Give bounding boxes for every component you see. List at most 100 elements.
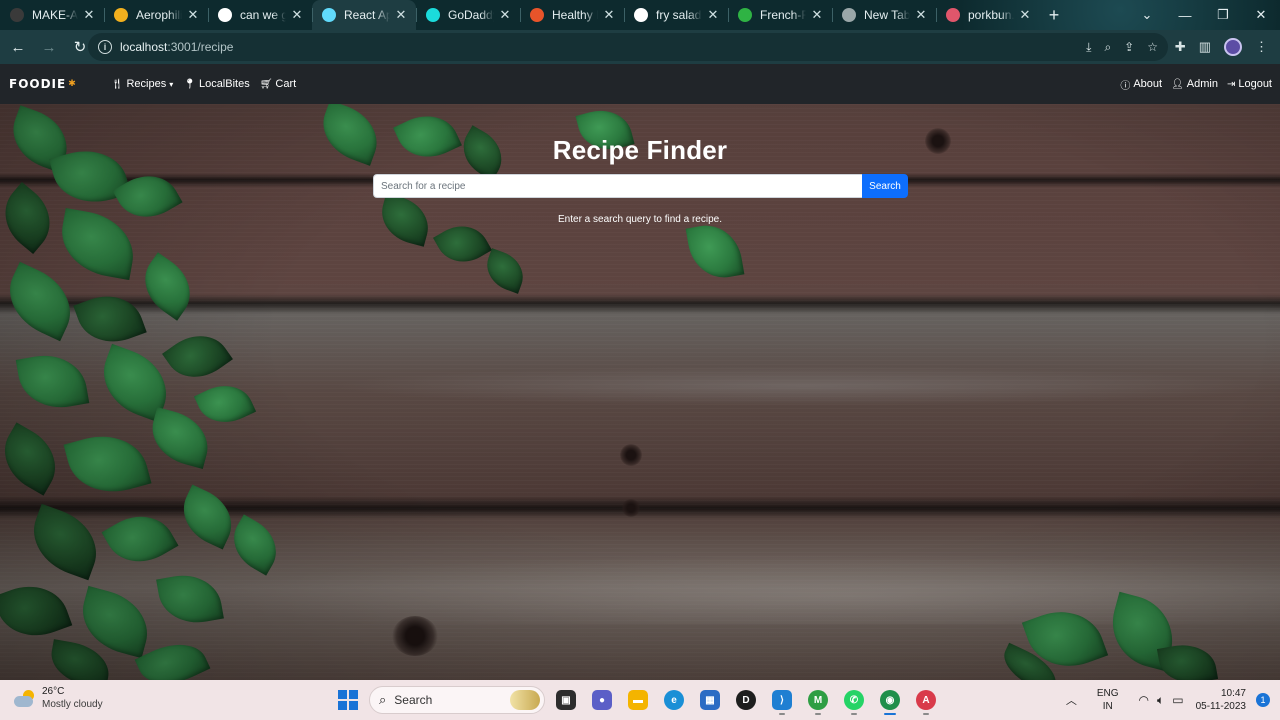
taskbar-app[interactable]: ●	[587, 685, 617, 715]
start-button[interactable]	[333, 685, 363, 715]
tab-favicon-icon	[634, 8, 648, 22]
tab-favicon-icon	[114, 8, 128, 22]
ivy-leaf	[996, 642, 1064, 680]
back-button[interactable]: ←	[5, 34, 31, 60]
ivy-leaf	[73, 585, 157, 659]
browser-tab[interactable]: fry salad ✕	[624, 0, 728, 30]
ivy-leaf	[162, 322, 233, 391]
search-icon: ⌕	[379, 692, 387, 707]
ivy-leaf	[134, 632, 211, 680]
nav-label: Admin	[1186, 78, 1218, 90]
nav-about[interactable]: ⓘ About	[1120, 77, 1162, 92]
ivy-leaf	[46, 639, 114, 680]
menu-kebab-icon[interactable]: ⋮	[1255, 39, 1268, 55]
taskbar-app[interactable]: e	[659, 685, 689, 715]
taskbar-app[interactable]: ✆	[839, 685, 869, 715]
new-tab-button[interactable]: +	[1040, 0, 1068, 30]
browser-tab[interactable]: Healthy Ho ✕	[520, 0, 624, 30]
system-icons[interactable]: ◠ 🔈︎ ▭	[1139, 693, 1184, 708]
nav-label: About	[1133, 78, 1163, 90]
taskbar-app[interactable]: ⟩	[767, 685, 797, 715]
site-info-icon[interactable]: i	[98, 40, 112, 54]
browser-tab[interactable]: can we get ✕	[208, 0, 312, 30]
utensils-icon: 🍴︎	[110, 78, 124, 90]
ivy-leaf	[172, 484, 243, 550]
taskbar-app[interactable]: ▦	[695, 685, 725, 715]
taskbar-apps: ⌕ Search ▣ ● ▬ e ▦ D ⟩ M ✆ ◉ A	[333, 684, 941, 716]
tab-title: MAKE-A-THON	[32, 8, 78, 22]
side-panel-icon[interactable]: ▥	[1199, 39, 1211, 55]
vscode-icon: ⟩	[772, 690, 792, 710]
minimize-button[interactable]: —	[1166, 0, 1204, 30]
profile-avatar[interactable]	[1224, 38, 1242, 56]
nav-cart[interactable]: 🛒︎ Cart	[260, 78, 296, 90]
clock[interactable]: 10:47 05-11-2023	[1196, 687, 1246, 713]
tab-close-icon[interactable]: ✕	[186, 7, 200, 23]
forward-button[interactable]: →	[36, 34, 62, 60]
nav-localbites[interactable]: 📍︎ LocalBites	[183, 78, 249, 90]
tab-close-icon[interactable]: ✕	[810, 7, 824, 23]
time: 10:47	[1220, 688, 1246, 699]
weather-widget[interactable]: 26°C Mostly cloudy	[14, 686, 103, 711]
logout-icon: ⇥	[1226, 78, 1236, 90]
tab-close-icon[interactable]: ✕	[602, 7, 616, 23]
search-button[interactable]: Search	[862, 174, 908, 198]
ivy-leaf	[132, 252, 203, 321]
browser-tab[interactable]: New Tab ✕	[832, 0, 936, 30]
tab-close-icon[interactable]: ✕	[914, 7, 928, 23]
notification-badge[interactable]: 1	[1256, 693, 1270, 707]
url-text: localhost:3001/recipe	[120, 40, 233, 54]
browser-toolbar: ← → ↻ i localhost:3001/recipe ⤓ ⌕ ⇪ ☆ ✚ …	[0, 30, 1280, 64]
ivy-leaf	[0, 422, 69, 496]
brand-logo[interactable]: FOODIE ✱	[9, 77, 77, 91]
search-hint: Enter a search query to find a recipe.	[558, 214, 722, 225]
browser-tab[interactable]: MAKE-A-THON ✕	[0, 0, 104, 30]
maximize-button[interactable]: ❐	[1204, 0, 1242, 30]
taskbar-app[interactable]: A	[911, 685, 941, 715]
tab-title: GoDaddy	[448, 8, 494, 22]
wood-highlight	[330, 366, 1280, 406]
install-icon[interactable]: ⤓	[1086, 40, 1091, 55]
tab-title: porkbun.c	[968, 8, 1014, 22]
browser-tab[interactable]: porkbun.c ✕	[936, 0, 1040, 30]
taskbar-search[interactable]: ⌕ Search	[369, 686, 545, 714]
show-hidden-icons-icon[interactable]: ︿	[1066, 692, 1077, 708]
browser-tab[interactable]: React App ✕	[312, 0, 416, 30]
dell-icon: D	[736, 690, 756, 710]
language-indicator[interactable]: ENG IN	[1097, 687, 1119, 713]
bookmark-star-icon[interactable]: ☆	[1147, 40, 1158, 54]
zoom-icon[interactable]: ⌕	[1104, 40, 1111, 55]
nav-label: Cart	[275, 78, 297, 90]
search-input[interactable]	[373, 174, 862, 198]
tab-search-icon[interactable]: ⌄	[1128, 0, 1166, 30]
weather-desc: Mostly cloudy	[42, 699, 103, 710]
browser-tab[interactable]: French-Fri ✕	[728, 0, 832, 30]
address-bar[interactable]: i localhost:3001/recipe ⤓ ⌕ ⇪ ☆	[88, 33, 1168, 61]
ivy-leaf	[92, 343, 178, 423]
extensions-icon[interactable]: ✚	[1175, 39, 1186, 55]
taskbar-app[interactable]: ◉	[875, 685, 905, 715]
tab-close-icon[interactable]: ✕	[82, 7, 96, 23]
nav-logout[interactable]: ⇥ Logout	[1227, 77, 1272, 92]
nav-admin[interactable]: 👤︎ Admin	[1171, 77, 1218, 92]
taskbar-app[interactable]: M	[803, 685, 833, 715]
caret-down-icon: ▾	[169, 79, 174, 89]
browser-tab[interactable]: GoDaddy ✕	[416, 0, 520, 30]
browser-tab[interactable]: Aerophilia ✕	[104, 0, 208, 30]
taskbar-app[interactable]: ▣	[551, 685, 581, 715]
tab-favicon-icon	[10, 8, 24, 22]
close-window-button[interactable]: ✕	[1242, 0, 1280, 30]
tab-close-icon[interactable]: ✕	[706, 7, 720, 23]
cart-icon: 🛒︎	[259, 78, 273, 90]
chrome-profile-m-icon: M	[808, 690, 828, 710]
taskbar-app[interactable]: D	[731, 685, 761, 715]
search-group: Search	[373, 174, 908, 198]
taskbar-app[interactable]: ▬	[623, 685, 653, 715]
nav-recipes[interactable]: 🍴︎ Recipes ▾	[111, 78, 173, 90]
tab-close-icon[interactable]: ✕	[498, 7, 512, 23]
wood-knot	[392, 616, 438, 656]
tab-close-icon[interactable]: ✕	[1018, 7, 1032, 23]
tab-close-icon[interactable]: ✕	[290, 7, 304, 23]
share-icon[interactable]: ⇪	[1124, 40, 1134, 54]
tab-close-icon[interactable]: ✕	[394, 7, 408, 23]
